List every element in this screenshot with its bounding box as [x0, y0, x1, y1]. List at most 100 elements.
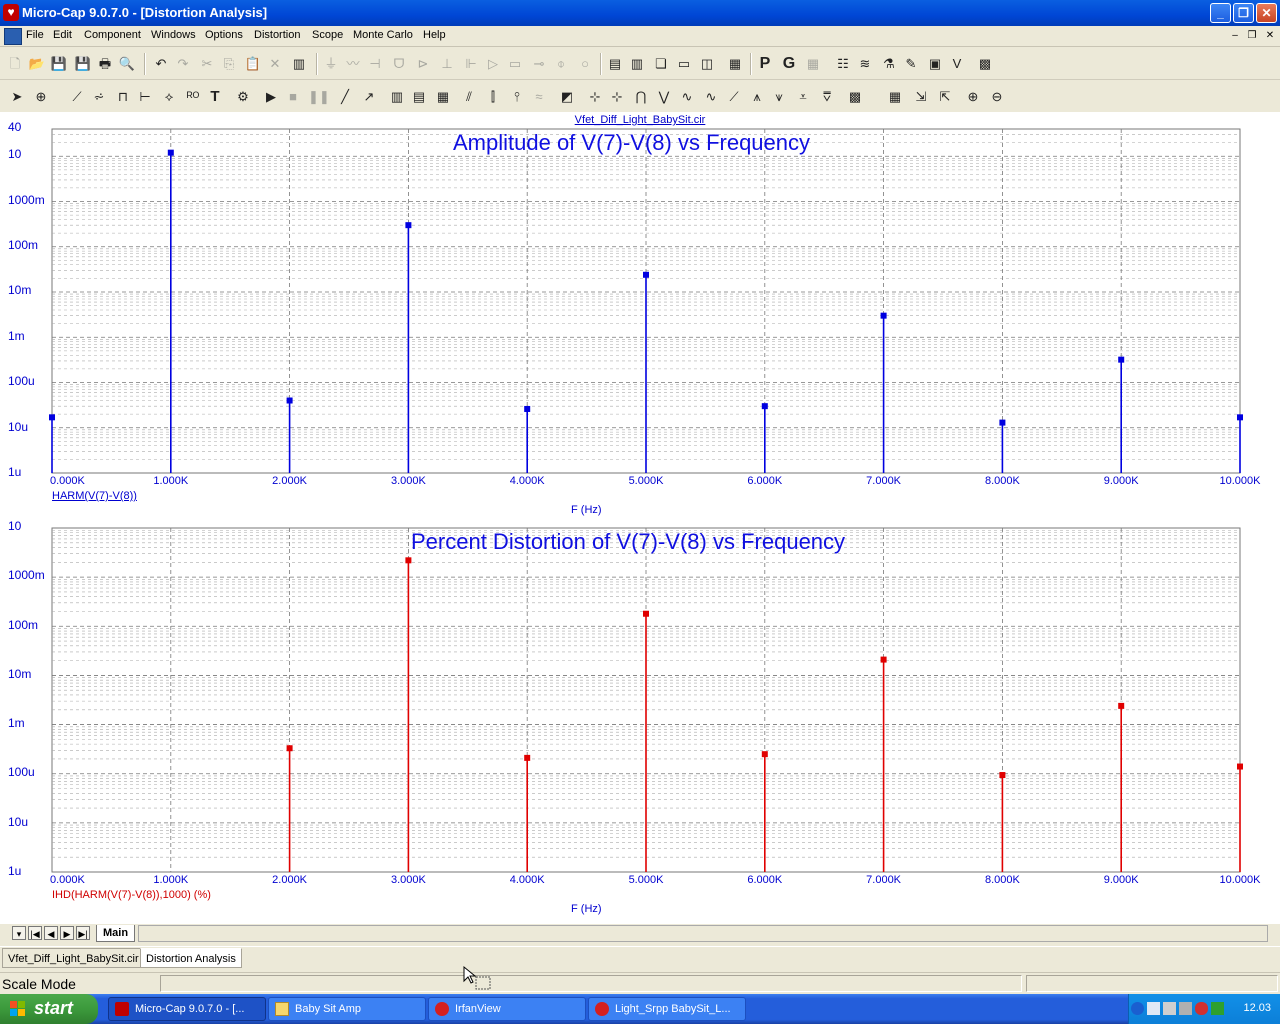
bold-grid-icon[interactable]: ▦ — [434, 88, 452, 106]
peak-icon[interactable]: ◩ — [558, 88, 576, 106]
network-icon[interactable] — [1147, 1002, 1160, 1015]
maximize-button[interactable]: ❐ — [1233, 3, 1254, 23]
next-sheet-button[interactable]: ▶ — [60, 926, 74, 940]
performance-tag-icon[interactable]: ᴿᴼ — [184, 88, 202, 106]
npn-icon[interactable]: ⊩ — [462, 55, 480, 73]
save-icon[interactable]: 💾 — [50, 55, 68, 73]
high-icon[interactable]: ⊹ — [608, 88, 626, 106]
global-high-icon[interactable]: ∿ — [678, 88, 696, 106]
prev-sheet-button[interactable]: ◀ — [44, 926, 58, 940]
delete-icon[interactable]: ✕ — [266, 55, 284, 73]
close-button[interactable]: ✕ — [1256, 3, 1277, 23]
point-tag-icon[interactable]: ⟡ — [160, 88, 178, 106]
first-sheet-button[interactable]: |◀ — [28, 926, 42, 940]
task-microcap[interactable]: Micro-Cap 9.0.7.0 - [... — [108, 997, 266, 1021]
cursor-prev-icon[interactable]: ≈ — [530, 88, 548, 106]
distortion-trace-expression[interactable]: IHD(HARM(V(7)-V(8)),1000) (%) — [52, 889, 211, 901]
task-light-srpp[interactable]: Light_Srpp BabySit_L... — [588, 997, 746, 1021]
run-icon[interactable]: ▶ — [262, 88, 280, 106]
opamp-icon[interactable]: ▷ — [484, 55, 502, 73]
sheet-tab-main[interactable]: Main — [96, 925, 136, 942]
select-arrow-icon[interactable]: ➤ — [8, 88, 26, 106]
minimize-button[interactable]: _ — [1210, 3, 1231, 23]
tile-horizontal-icon[interactable]: ▤ — [606, 55, 624, 73]
switch-icon[interactable]: ⊸ — [530, 55, 548, 73]
battery-icon[interactable]: ⊥ — [438, 55, 456, 73]
data-table-icon[interactable]: ▦ — [886, 88, 904, 106]
menu-edit[interactable]: Edit — [53, 29, 72, 41]
antivirus-icon[interactable] — [1195, 1002, 1208, 1015]
calculator-icon[interactable]: ▦ — [726, 55, 744, 73]
copy-icon[interactable]: ⎘ — [220, 55, 238, 73]
table-icon[interactable]: ▦ — [804, 55, 822, 73]
undo-icon[interactable]: ↶ — [152, 55, 170, 73]
horizontal-scrollbar[interactable] — [138, 925, 1268, 942]
stop-icon[interactable]: ■ — [284, 88, 302, 106]
mdi-close-button[interactable]: ✕ — [1263, 29, 1277, 42]
cut-icon[interactable]: ✂ — [198, 55, 216, 73]
menu-distortion[interactable]: Distortion — [254, 29, 300, 41]
top-icon[interactable]: ⟋ — [725, 88, 743, 106]
pause-icon[interactable]: ❚❚ — [308, 88, 330, 106]
menu-component[interactable]: Component — [84, 29, 141, 41]
x-level-icon[interactable]: ⩡ — [794, 88, 812, 106]
text-block-icon[interactable]: ▥ — [290, 55, 308, 73]
plots-svg[interactable] — [0, 112, 1280, 924]
doc-tab-distortion-analysis[interactable]: Distortion Analysis — [140, 948, 242, 968]
tile-vertical-icon[interactable]: ▥ — [628, 55, 646, 73]
component-list-icon[interactable]: ☷ — [834, 55, 852, 73]
open-file-icon[interactable]: 📂 — [28, 55, 46, 73]
text-tool-icon[interactable]: T — [206, 88, 224, 106]
probe-icon[interactable]: ○ — [576, 55, 594, 73]
capacitor-icon[interactable]: ⊣ — [366, 55, 384, 73]
properties-icon[interactable]: ⚙ — [234, 88, 252, 106]
cursor-right-icon[interactable]: ⫿ — [484, 88, 502, 106]
scale-mode-icon[interactable]: ⊕ — [32, 88, 50, 106]
trace-icon[interactable]: ⟋ — [68, 88, 86, 106]
cursor-left-icon[interactable]: ⫽ — [460, 88, 478, 106]
go-to-y-icon[interactable]: ⇱ — [936, 88, 954, 106]
slope-icon[interactable]: ⩛ — [770, 88, 788, 106]
go-to-x-icon[interactable]: ⇲ — [912, 88, 930, 106]
menu-help[interactable]: Help — [423, 29, 446, 41]
window-icon[interactable]: ▭ — [675, 55, 693, 73]
menu-file[interactable]: File — [26, 29, 44, 41]
safely-remove-icon[interactable] — [1211, 1002, 1224, 1015]
last-sheet-button[interactable]: ▶| — [76, 926, 90, 940]
zoom-out-icon[interactable]: ⊖ — [988, 88, 1006, 106]
multi-trace-icon[interactable]: ⩫ — [90, 88, 108, 106]
paste-icon[interactable]: 📋 — [244, 55, 262, 73]
model-icon[interactable]: ⚗ — [880, 55, 898, 73]
grid-icon[interactable]: ▥ — [388, 88, 406, 106]
line-tool-icon[interactable]: ╱ — [336, 88, 354, 106]
inductor-icon[interactable]: ᗜ — [390, 55, 408, 73]
menu-scope[interactable]: Scope — [312, 29, 343, 41]
document-window-icon[interactable] — [4, 28, 22, 45]
title-bar[interactable]: ♥ Micro-Cap 9.0.7.0 - [Distortion Analys… — [0, 0, 1280, 26]
chart-view-icon[interactable]: ▩ — [976, 55, 994, 73]
menu-options[interactable]: Options — [205, 29, 243, 41]
tray-expand-icon[interactable] — [1131, 1002, 1144, 1015]
task-baby-sit-amp[interactable]: Baby Sit Amp — [268, 997, 426, 1021]
global-low-icon[interactable]: ∿ — [702, 88, 720, 106]
node-icon[interactable]: ⌽ — [552, 55, 570, 73]
g-key-icon[interactable]: G — [780, 55, 798, 73]
redo-icon[interactable]: ↷ — [174, 55, 192, 73]
arrow-line-icon[interactable]: ↗ — [360, 88, 378, 106]
sheet-menu-button[interactable]: ▾ — [12, 926, 26, 940]
waveform-icon[interactable]: ≋ — [856, 55, 874, 73]
low-icon[interactable]: ⋂ — [632, 88, 650, 106]
start-button[interactable]: start — [0, 994, 98, 1024]
inflection-icon[interactable]: ⋁ — [655, 88, 673, 106]
p-key-icon[interactable]: P — [756, 55, 774, 73]
amplitude-trace-expression[interactable]: HARM(V(7)-V(8)) — [52, 490, 137, 502]
resistor-icon[interactable]: 〰 — [344, 55, 362, 73]
probe-window-icon[interactable]: ▣ — [926, 55, 944, 73]
bottom-icon[interactable]: ⩚ — [748, 88, 766, 106]
printer-tray-icon[interactable] — [1179, 1002, 1192, 1015]
save-all-icon[interactable]: 💾 — [74, 55, 92, 73]
print-preview-icon[interactable]: 🔍 — [118, 55, 136, 73]
mdi-restore-button[interactable]: ❐ — [1245, 29, 1259, 42]
distortion-setup-icon[interactable]: ▩ — [846, 88, 864, 106]
scale-icon[interactable]: ⊓ — [114, 88, 132, 106]
